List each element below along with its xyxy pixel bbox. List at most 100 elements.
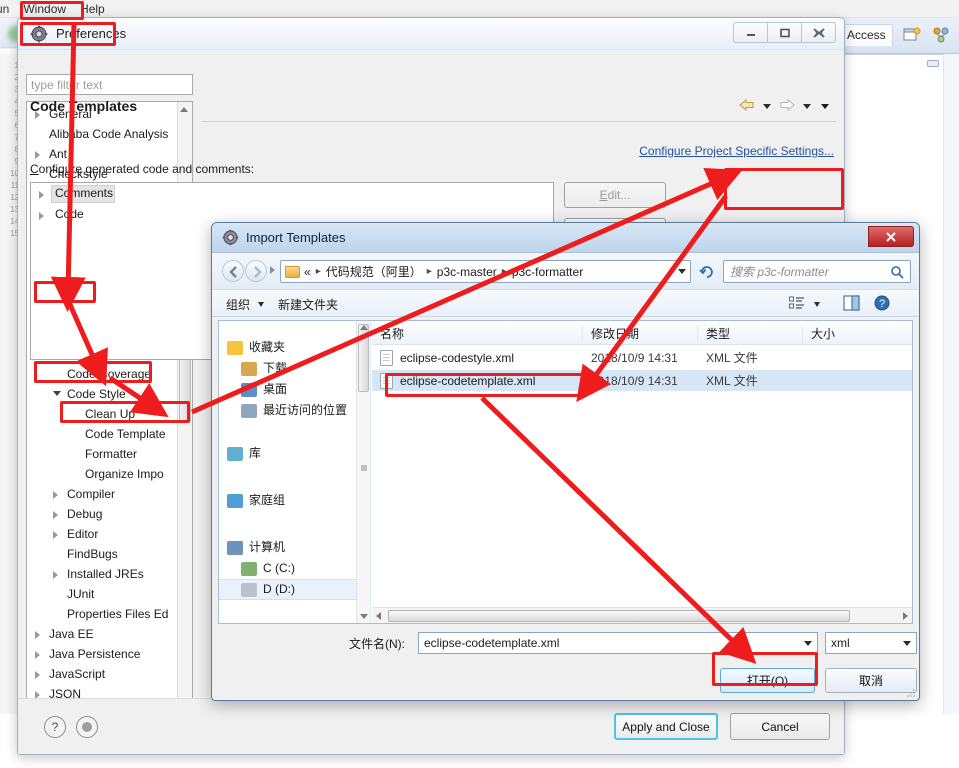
menu-run[interactable]: un (0, 0, 16, 18)
address-dropdown-icon[interactable] (678, 269, 686, 274)
file-type-dropdown-icon[interactable] (903, 641, 911, 646)
forward-button[interactable] (245, 260, 267, 282)
file-list-hscroll-thumb[interactable] (388, 610, 850, 622)
refresh-button[interactable] (695, 260, 719, 283)
tree-item-code-coverage[interactable]: Code Coverage (27, 364, 179, 384)
expand-arrow-icon[interactable] (53, 531, 58, 539)
breadcrumb-segment-2[interactable]: p3c-master (437, 265, 497, 279)
nav-desktop[interactable]: 桌面 (219, 379, 370, 400)
search-icon[interactable] (890, 265, 904, 279)
menu-window[interactable]: Window (16, 0, 73, 18)
search-input[interactable]: 搜索 p3c-formatter (723, 260, 911, 283)
breadcrumb-prefix[interactable]: « (304, 265, 311, 279)
cancel-button[interactable]: Cancel (730, 713, 830, 740)
tree-item-java-persistence[interactable]: Java Persistence (27, 644, 179, 664)
minimize-button[interactable] (733, 22, 768, 43)
recent-locations-icon[interactable] (270, 266, 275, 274)
maximize-button[interactable] (767, 22, 802, 43)
address-bar[interactable]: « ▸ 代码规范（阿里） ▸ p3c-master ▸ p3c-formatte… (280, 260, 691, 283)
import-dialog-close-button[interactable] (868, 226, 914, 247)
file-row[interactable]: eclipse-codestyle.xml 2018/10/9 14:31 XML … (372, 347, 912, 368)
nav-libraries[interactable]: 库 (219, 443, 370, 464)
breadcrumb-segment-3[interactable]: p3c-formatter (512, 265, 583, 279)
expand-arrow-icon[interactable] (53, 491, 58, 499)
page-menu-icon[interactable] (821, 104, 829, 109)
collapse-arrow-icon[interactable] (53, 391, 61, 396)
nav-favorites[interactable]: 收藏夹 (219, 337, 370, 358)
nav-downloads[interactable]: 下载 (219, 358, 370, 379)
scroll-right-icon[interactable] (903, 612, 908, 620)
organize-button[interactable]: 组织 (226, 296, 250, 313)
configure-project-settings-link[interactable]: Configure Project Specific Settings... (639, 144, 834, 158)
apply-and-close-button[interactable]: Apply and Close (614, 713, 718, 740)
view-options-dropdown-icon[interactable] (814, 302, 820, 307)
help-icon[interactable]: ? (874, 295, 890, 314)
tree-item-editor[interactable]: Editor (27, 524, 179, 544)
column-size[interactable]: 大小 (802, 325, 835, 343)
expand-arrow-icon[interactable] (35, 151, 40, 159)
back-dropdown-icon[interactable] (763, 104, 771, 109)
new-perspective-icon[interactable] (903, 27, 921, 43)
expand-arrow-icon[interactable] (39, 191, 44, 199)
java-perspective-icon[interactable] (932, 27, 950, 43)
expand-arrow-icon[interactable] (53, 511, 58, 519)
file-type-filter[interactable]: xml (825, 632, 917, 654)
open-button[interactable]: 打开(O) (720, 668, 815, 693)
resize-grip-icon[interactable] (904, 686, 916, 698)
tree-item-junit[interactable]: JUnit (27, 584, 179, 604)
navigation-scroll-thumb[interactable] (358, 324, 369, 392)
expand-arrow-icon[interactable] (35, 631, 40, 639)
help-icon[interactable]: ? (44, 716, 66, 738)
tree-item-code-templates[interactable]: Code Template (27, 424, 179, 444)
view-options-icon[interactable] (789, 296, 805, 313)
menu-help[interactable]: Help (73, 0, 112, 18)
edit-button[interactable]: Edit... (564, 182, 666, 208)
expand-arrow-icon[interactable] (35, 651, 40, 659)
navigation-pane-scrollbar[interactable] (356, 321, 370, 623)
tree-item-alibaba-code-analysis[interactable]: Alibaba Code Analysis (27, 124, 179, 144)
breadcrumb-segment-1[interactable]: 代码规范（阿里） (326, 263, 422, 280)
tree-item-properties-files-editor[interactable]: Properties Files Ed (27, 604, 179, 624)
restore-defaults-icon[interactable] (76, 716, 98, 738)
column-type[interactable]: 类型 (697, 325, 730, 343)
preview-pane-icon[interactable] (843, 295, 860, 314)
tree-item-installed-jres[interactable]: Installed JREs (27, 564, 179, 584)
tree-item-ant[interactable]: Ant (27, 144, 179, 164)
back-arrow-icon[interactable] (738, 98, 756, 115)
new-folder-button[interactable]: 新建文件夹 (278, 296, 338, 313)
scroll-left-icon[interactable] (376, 612, 381, 620)
nav-homegroup[interactable]: 家庭组 (219, 490, 370, 511)
tree-item-code-style[interactable]: Code Style (27, 384, 179, 404)
column-name[interactable]: 名称 (372, 325, 404, 343)
back-button[interactable] (222, 260, 244, 282)
column-date-modified[interactable]: 修改日期 (582, 325, 639, 343)
file-list-horizontal-scrollbar[interactable] (372, 607, 912, 623)
tree-item-findbugs[interactable]: FindBugs (27, 544, 179, 564)
tree-item-organize-imports[interactable]: Organize Impo (27, 464, 179, 484)
file-name-input[interactable]: eclipse-codetemplate.xml (418, 632, 818, 654)
navigation-pane[interactable]: 收藏夹 下载 桌面 最近访问的位置库家庭组计算机 C (C:) D (D:) (219, 321, 371, 623)
forward-arrow-icon[interactable] (778, 98, 796, 115)
nav-drive-c[interactable]: C (C:) (219, 558, 370, 579)
file-list-pane[interactable]: 名称 修改日期 类型 大小 eclipse-codestyle.xml 2018/… (372, 321, 912, 623)
tree-item-formatter[interactable]: Formatter (27, 444, 179, 464)
organize-dropdown-icon[interactable] (258, 302, 264, 307)
tree-item-compiler[interactable]: Compiler (27, 484, 179, 504)
file-name-dropdown-icon[interactable] (804, 641, 812, 646)
tree-item-javascript[interactable]: JavaScript (27, 664, 179, 684)
tree-item-java-ee[interactable]: Java EE (27, 624, 179, 644)
nav-drive-d[interactable]: D (D:) (219, 579, 370, 600)
nav-recent-places[interactable]: 最近访问的位置 (219, 400, 370, 421)
expand-arrow-icon[interactable] (53, 571, 58, 579)
scroll-down-icon[interactable] (360, 614, 368, 619)
scroll-up-icon[interactable] (180, 107, 188, 112)
tree-item-clean-up[interactable]: Clean Up (27, 404, 179, 424)
nav-computer[interactable]: 计算机 (219, 537, 370, 558)
file-row[interactable]: eclipse-codetemplate.xml 2018/10/9 14:31 X… (372, 370, 912, 391)
quick-access-field[interactable]: Access (840, 24, 893, 46)
forward-dropdown-icon[interactable] (803, 104, 811, 109)
close-button[interactable] (801, 22, 836, 43)
scroll-up-icon[interactable] (360, 325, 368, 330)
expand-arrow-icon[interactable] (35, 671, 40, 679)
template-node-comments[interactable]: Comments (31, 183, 553, 204)
